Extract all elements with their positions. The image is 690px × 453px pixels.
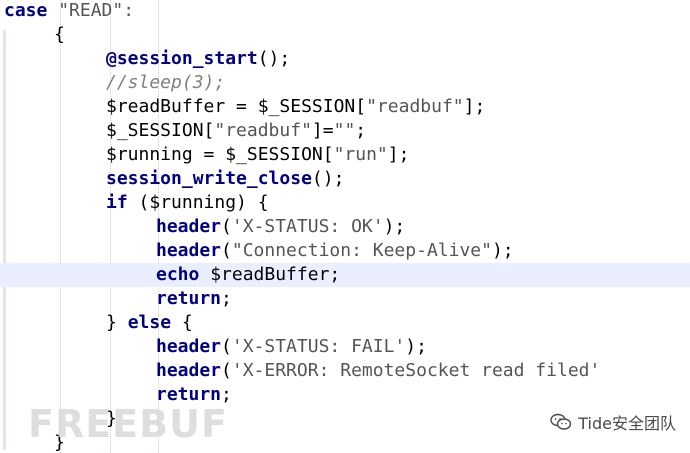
string-token: "READ": <box>47 0 135 21</box>
function-token: session_write_close <box>106 168 312 189</box>
code-line-9[interactable]: if ($running) { <box>106 191 269 215</box>
code-line-5[interactable]: $readBuffer = $_SESSION["readbuf"]; <box>106 95 485 119</box>
function-token: @session_start <box>106 48 258 69</box>
code-line-3[interactable]: @session_start(); <box>106 47 290 71</box>
brace-token: { <box>171 312 193 333</box>
string-token: "readbuf" <box>214 120 312 141</box>
code-line-6[interactable]: $_SESSION["readbuf"]=""; <box>106 119 366 143</box>
plain-token: ]= <box>311 120 334 141</box>
function-token: header <box>156 360 222 381</box>
code-line-13[interactable]: return; <box>156 287 232 311</box>
code-line-1[interactable]: case "READ": <box>4 0 134 23</box>
plain-token: $readBuffer; <box>199 264 341 285</box>
wechat-account-name: Tide安全团队 <box>578 414 676 433</box>
comment-token: //sleep(3); <box>106 72 226 93</box>
function-token: header <box>156 240 222 261</box>
punct-token: ( <box>221 240 232 261</box>
plain-token: ($running) { <box>127 192 269 213</box>
plain-token: $_SESSION[ <box>106 120 215 141</box>
punct-token: ( <box>221 216 232 237</box>
freebuf-watermark: FREEBUF <box>28 402 228 446</box>
string-token: "readbuf" <box>366 96 464 117</box>
indent-guide <box>60 0 61 453</box>
keyword-token: return <box>156 288 222 309</box>
keyword-token: case <box>4 0 48 21</box>
brace-token: { <box>54 24 65 45</box>
string-token: 'X-ERROR: RemoteSocket read filed' <box>231 360 601 381</box>
brace-token: } <box>106 312 128 333</box>
punct-token: ( <box>221 336 232 357</box>
code-line-2[interactable]: { <box>54 23 65 47</box>
code-line-7[interactable]: $running = $_SESSION["run"]; <box>106 143 409 167</box>
function-token: header <box>156 216 222 237</box>
code-editor[interactable]: case "READ": { @session_start(); //sleep… <box>0 0 690 453</box>
string-token: 'X-STATUS: OK' <box>231 216 384 237</box>
keyword-token: else <box>127 312 172 333</box>
string-token: "" <box>333 120 356 141</box>
code-line-14[interactable]: } else { <box>106 311 193 335</box>
punct-token: ); <box>383 216 406 237</box>
wechat-watermark: Tide安全团队 <box>550 410 676 434</box>
string-token: "run" <box>333 144 388 165</box>
wechat-icon <box>550 413 572 431</box>
string-token: "Connection: Keep-Alive" <box>231 240 492 261</box>
current-line-highlight <box>0 263 690 287</box>
string-token: 'X-STATUS: FAIL' <box>231 336 406 357</box>
code-line-10[interactable]: header('X-STATUS: OK'); <box>156 215 405 239</box>
code-line-12[interactable]: echo $readBuffer; <box>156 263 340 287</box>
gutter-fold-marker <box>3 30 6 450</box>
punct-token: (); <box>311 168 345 189</box>
code-line-16[interactable]: header('X-ERROR: RemoteSocket read filed… <box>156 359 600 383</box>
plain-token: ]; <box>387 144 410 165</box>
punct-token: ; <box>221 288 232 309</box>
punct-token: ( <box>221 360 232 381</box>
keyword-token: if <box>106 192 128 213</box>
code-line-11[interactable]: header("Connection: Keep-Alive"); <box>156 239 514 263</box>
punct-token: ); <box>405 336 427 357</box>
function-token: header <box>156 336 222 357</box>
code-line-15[interactable]: header('X-STATUS: FAIL'); <box>156 335 427 359</box>
plain-token: ]; <box>463 96 486 117</box>
code-line-8[interactable]: session_write_close(); <box>106 167 344 191</box>
code-line-4[interactable]: //sleep(3); <box>106 71 225 95</box>
plain-token: $running = $_SESSION[ <box>106 144 334 165</box>
plain-token: $readBuffer = $_SESSION[ <box>106 96 367 117</box>
keyword-token: echo <box>156 264 200 285</box>
plain-token: ; <box>355 120 367 141</box>
punct-token: ); <box>491 240 514 261</box>
punct-token: (); <box>257 48 291 69</box>
